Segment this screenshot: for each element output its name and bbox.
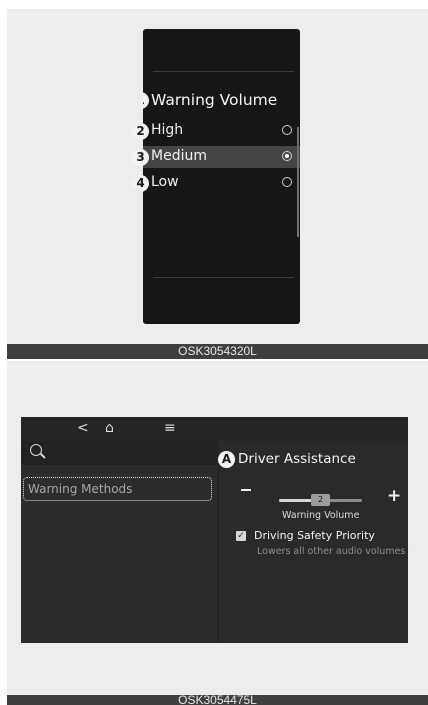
figure-1-caption: OSK3054320L bbox=[7, 344, 428, 359]
search-bar[interactable] bbox=[21, 441, 217, 465]
option-label: High bbox=[151, 122, 184, 138]
menu-item-warning-methods[interactable]: Warning Methods bbox=[23, 477, 212, 501]
volume-decrease-button[interactable] bbox=[241, 489, 251, 491]
scrollbar[interactable] bbox=[297, 127, 299, 237]
checkbox-label: Driving Safety Priority bbox=[254, 529, 375, 542]
option-label: Low bbox=[151, 174, 179, 190]
driver-assistance-title-text: Driver Assistance bbox=[238, 451, 356, 467]
warning-volume-title-text: Warning Volume bbox=[151, 91, 278, 109]
cluster-display: 1 Warning Volume High Medium Low bbox=[143, 29, 300, 324]
divider bbox=[153, 71, 294, 72]
callout-a: A bbox=[218, 451, 235, 468]
radio-selected-icon bbox=[282, 151, 292, 161]
checkbox-driving-safety-priority[interactable]: ✓ bbox=[236, 531, 246, 541]
option-medium[interactable]: Medium bbox=[143, 146, 300, 168]
divider bbox=[153, 277, 294, 278]
callout-4: 4 bbox=[132, 175, 149, 192]
search-icon[interactable] bbox=[30, 444, 42, 456]
home-icon[interactable]: ⌂ bbox=[105, 419, 114, 437]
radio-icon bbox=[282, 177, 292, 187]
figure-2-caption: OSK3054475L bbox=[7, 695, 428, 705]
settings-detail-pane bbox=[219, 441, 408, 643]
volume-increase-button[interactable]: + bbox=[387, 488, 401, 505]
menu-icon[interactable]: ≡ bbox=[164, 419, 176, 437]
slider-thumb[interactable]: 2 bbox=[311, 494, 330, 506]
option-high[interactable]: High bbox=[143, 120, 300, 142]
top-bar: < ⌂ ≡ bbox=[21, 417, 221, 441]
warning-volume-slider[interactable]: 2 bbox=[279, 494, 362, 506]
radio-icon bbox=[282, 125, 292, 135]
callout-1: 1 bbox=[143, 92, 149, 109]
menu-item-label: Warning Methods bbox=[28, 482, 133, 496]
settings-menu-pane: Warning Methods bbox=[21, 441, 217, 643]
callout-2: 2 bbox=[132, 123, 149, 140]
option-low[interactable]: Low bbox=[143, 172, 300, 194]
callout-3: 3 bbox=[132, 149, 149, 166]
warning-volume-label: Warning Volume bbox=[282, 510, 360, 521]
checkbox-description: Lowers all other audio volumes when a dr… bbox=[257, 546, 409, 557]
back-chevron-icon[interactable]: < bbox=[77, 419, 89, 437]
option-label: Medium bbox=[151, 148, 207, 164]
